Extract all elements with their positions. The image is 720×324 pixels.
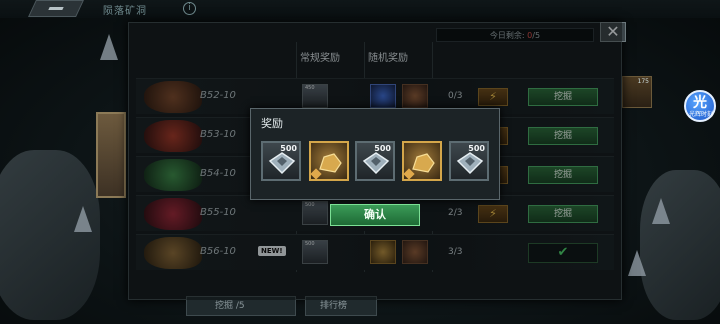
reward-popup: 奖励 500 500 500: [250, 108, 500, 200]
back-button[interactable]: [28, 0, 84, 17]
reward-item-crystal-icon[interactable]: 500: [261, 141, 301, 181]
info-icon[interactable]: i: [183, 2, 196, 15]
event-badge-glyph: 光: [693, 95, 707, 111]
side-preview-card: [96, 112, 126, 198]
event-badge-label: 光辉时刻: [688, 111, 713, 118]
background-crystal: [628, 250, 646, 276]
reward-item-ore-icon[interactable]: [402, 141, 442, 181]
reward-item-ore-icon[interactable]: [309, 141, 349, 181]
background-crystal: [74, 206, 92, 232]
background-crystal: [100, 34, 118, 60]
confirm-button[interactable]: 确认: [330, 204, 420, 226]
background-rock: [0, 150, 100, 320]
background-rock: [640, 170, 720, 320]
reward-item-crystal-icon[interactable]: 500: [449, 141, 489, 181]
reward-popup-title: 奖励: [261, 117, 283, 130]
reward-item-crystal-icon[interactable]: 500: [355, 141, 395, 181]
background-crystal: [652, 198, 670, 224]
event-badge-icon[interactable]: 光 光辉时刻: [684, 90, 716, 122]
page-title: 陨落矿洞: [103, 6, 147, 17]
top-bar: 陨落矿洞 i: [0, 0, 720, 18]
thumbnail-count: 175: [637, 78, 649, 85]
side-item-thumbnail[interactable]: 175: [622, 76, 652, 108]
